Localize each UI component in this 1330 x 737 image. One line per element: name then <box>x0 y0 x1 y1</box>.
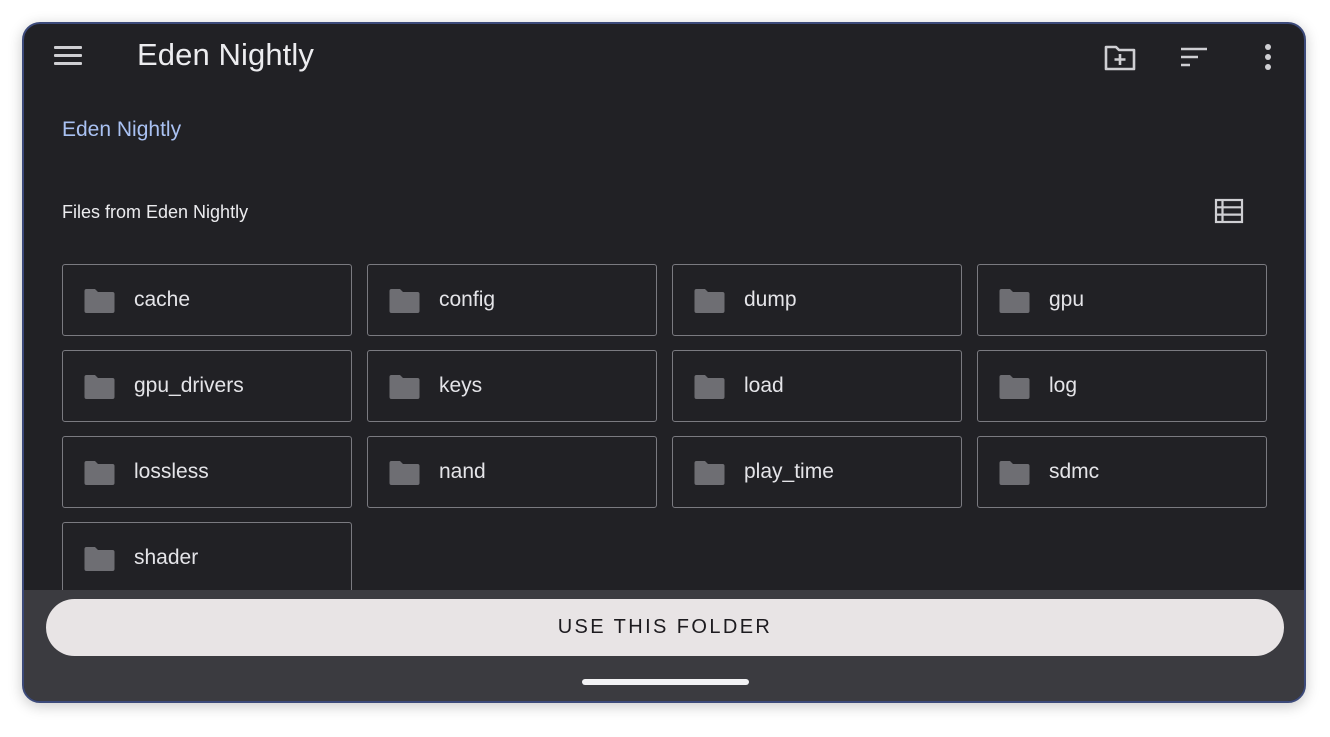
folder-item[interactable]: lossless <box>62 436 352 508</box>
folder-name: config <box>439 288 496 311</box>
folder-icon <box>693 374 726 400</box>
folder-item[interactable]: dump <box>672 264 962 336</box>
folder-item[interactable]: shader <box>62 522 352 590</box>
folder-item[interactable]: cache <box>62 264 352 336</box>
folder-icon <box>83 546 116 572</box>
breadcrumb[interactable]: Eden Nightly <box>62 118 181 142</box>
folder-item[interactable]: nand <box>367 436 657 508</box>
folder-name: cache <box>134 288 191 311</box>
folder-name: gpu <box>1049 288 1085 311</box>
folder-icon <box>693 460 726 486</box>
folder-icon <box>998 460 1031 486</box>
folder-icon <box>388 374 421 400</box>
folder-icon <box>83 288 116 314</box>
more-vert-icon[interactable] <box>1250 39 1286 75</box>
bottom-bar: USE THIS FOLDER <box>24 590 1304 701</box>
folder-icon <box>83 374 116 400</box>
folder-name: lossless <box>134 460 209 483</box>
app-bar: Eden Nightly <box>24 24 1304 90</box>
folder-icon <box>83 460 116 486</box>
folder-item[interactable]: gpu_drivers <box>62 350 352 422</box>
folder-name: nand <box>439 460 486 483</box>
folder-name: sdmc <box>1049 460 1100 483</box>
folder-name: shader <box>134 546 199 569</box>
list-view-icon[interactable] <box>1214 198 1244 226</box>
folder-icon <box>998 374 1031 400</box>
folder-item[interactable]: gpu <box>977 264 1267 336</box>
folder-name: log <box>1049 374 1078 397</box>
use-this-folder-button[interactable]: USE THIS FOLDER <box>46 599 1284 656</box>
folder-icon <box>388 460 421 486</box>
folder-icon <box>388 288 421 314</box>
folder-item[interactable]: keys <box>367 350 657 422</box>
folder-name: dump <box>744 288 797 311</box>
folder-item[interactable]: play_time <box>672 436 962 508</box>
folder-icon <box>998 288 1031 314</box>
sort-icon[interactable] <box>1176 39 1212 75</box>
folder-item[interactable]: config <box>367 264 657 336</box>
files-heading: Files from Eden Nightly <box>62 202 249 222</box>
folder-item[interactable]: sdmc <box>977 436 1267 508</box>
menu-icon[interactable] <box>54 44 84 68</box>
folder-name: play_time <box>744 460 834 483</box>
folder-item[interactable]: log <box>977 350 1267 422</box>
folder-name: load <box>744 374 784 397</box>
new-folder-icon[interactable] <box>1102 39 1138 75</box>
folder-icon <box>693 288 726 314</box>
folder-item[interactable]: load <box>672 350 962 422</box>
folder-grid: cache config dump gpu gpu_drivers keys load log… <box>62 264 1272 590</box>
app-title: Eden Nightly <box>137 37 314 72</box>
home-indicator[interactable] <box>582 679 749 685</box>
folder-name: gpu_drivers <box>134 374 244 397</box>
folder-name: keys <box>439 374 483 397</box>
file-picker-window: Eden Nightly Eden Nightly Files from Ede… <box>22 22 1306 703</box>
